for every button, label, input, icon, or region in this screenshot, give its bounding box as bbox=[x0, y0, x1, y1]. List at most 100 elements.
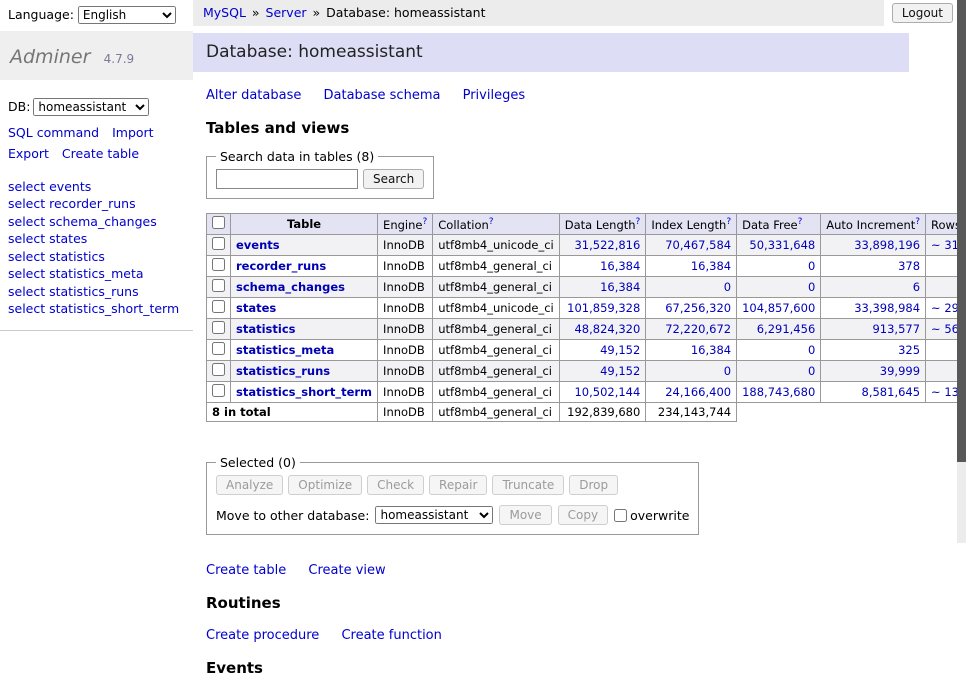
value-link-index_length[interactable]: 0 bbox=[724, 364, 731, 378]
breadcrumb-mysql[interactable]: MySQL bbox=[203, 5, 246, 20]
cell-engine: InnoDB bbox=[378, 319, 433, 340]
routine-link-create-procedure[interactable]: Create procedure bbox=[206, 628, 319, 643]
table-row-statistics-short-term: statistics_short_termInnoDButf8mb4_gener… bbox=[207, 382, 966, 403]
drop-button[interactable]: Drop bbox=[569, 475, 618, 495]
value-link-index_length[interactable]: 16,384 bbox=[691, 343, 731, 357]
value-link-data_free[interactable]: 0 bbox=[808, 343, 815, 357]
db-link-alter-database[interactable]: Alter database bbox=[206, 88, 301, 103]
analyze-button[interactable]: Analyze bbox=[216, 475, 283, 495]
table-link-statistics-runs[interactable]: statistics_runs bbox=[236, 364, 330, 378]
value-link-auto_increment[interactable]: 913,577 bbox=[872, 322, 920, 336]
truncate-button[interactable]: Truncate bbox=[492, 475, 564, 495]
row-checkbox[interactable] bbox=[212, 363, 225, 376]
overwrite-checkbox[interactable] bbox=[614, 509, 627, 522]
create-link-create-table[interactable]: Create table bbox=[206, 563, 286, 578]
select-all-checkbox[interactable] bbox=[212, 216, 225, 229]
sidebar-link-select-states[interactable]: select states bbox=[8, 231, 87, 246]
value-link-index_length[interactable]: 16,384 bbox=[691, 259, 731, 273]
create-link-create-view[interactable]: Create view bbox=[308, 563, 385, 578]
db-link-database-schema[interactable]: Database schema bbox=[324, 88, 441, 103]
page-title: Database: homeassistant bbox=[193, 33, 909, 72]
sidebar-link-select-schema-changes[interactable]: select schema_changes bbox=[8, 214, 157, 229]
value-link-data_length[interactable]: 10,502,144 bbox=[574, 385, 640, 399]
table-link-statistics[interactable]: statistics bbox=[236, 322, 296, 336]
value-link-data_free[interactable]: 104,857,600 bbox=[742, 301, 815, 315]
value-link-data_length[interactable]: 31,522,816 bbox=[574, 238, 640, 252]
table-link-statistics-short-term[interactable]: statistics_short_term bbox=[236, 385, 372, 399]
value-link-data_free[interactable]: 6,291,456 bbox=[757, 322, 816, 336]
value-link-auto_increment[interactable]: 6 bbox=[913, 280, 920, 294]
hint-link-auto-increment[interactable]: ? bbox=[915, 217, 920, 227]
value-link-auto_increment[interactable]: 39,999 bbox=[880, 364, 920, 378]
sidebar-link-select-statistics-short-term[interactable]: select statistics_short_term bbox=[8, 301, 179, 316]
sidebar-action-create-table[interactable]: Create table bbox=[62, 146, 139, 161]
hint-link-data-free[interactable]: ? bbox=[798, 217, 803, 227]
db-label: DB: bbox=[8, 99, 30, 114]
table-link-states[interactable]: states bbox=[236, 301, 276, 315]
hint-link-collation[interactable]: ? bbox=[489, 217, 494, 227]
sidebar-action-import[interactable]: Import bbox=[112, 125, 154, 140]
value-link-data_length[interactable]: 49,152 bbox=[600, 364, 640, 378]
row-checkbox-cell bbox=[207, 382, 231, 403]
sidebar-link-select-statistics[interactable]: select statistics bbox=[8, 249, 105, 264]
table-link-recorder-runs[interactable]: recorder_runs bbox=[236, 259, 326, 273]
db-link-privileges[interactable]: Privileges bbox=[463, 88, 526, 103]
value-link-index_length[interactable]: 67,256,320 bbox=[665, 301, 731, 315]
search-button[interactable]: Search bbox=[363, 169, 424, 189]
value-link-auto_increment[interactable]: 8,581,645 bbox=[862, 385, 921, 399]
value-link-index_length[interactable]: 24,166,400 bbox=[665, 385, 731, 399]
value-link-index_length[interactable]: 70,467,584 bbox=[665, 238, 731, 252]
check-button[interactable]: Check bbox=[367, 475, 424, 495]
logout-button[interactable]: Logout bbox=[892, 3, 953, 23]
value-link-auto_increment[interactable]: 33,898,196 bbox=[854, 238, 920, 252]
sidebar-action-export[interactable]: Export bbox=[8, 146, 49, 161]
optimize-button[interactable]: Optimize bbox=[288, 475, 362, 495]
row-checkbox[interactable] bbox=[212, 279, 225, 292]
scrollbar-thumb[interactable] bbox=[957, 0, 966, 462]
routine-link-create-function[interactable]: Create function bbox=[341, 628, 441, 643]
hint-link-index-length[interactable]: ? bbox=[726, 217, 731, 227]
adminer-logo[interactable]: Adminer bbox=[10, 46, 90, 68]
value-link-data_length[interactable]: 16,384 bbox=[600, 259, 640, 273]
db-select[interactable]: homeassistant bbox=[33, 98, 149, 116]
row-checkbox[interactable] bbox=[212, 384, 225, 397]
value-link-index_length[interactable]: 72,220,672 bbox=[665, 322, 731, 336]
language-select[interactable]: English bbox=[78, 6, 176, 24]
move-db-select[interactable]: homeassistant bbox=[375, 506, 493, 524]
table-link-statistics-meta[interactable]: statistics_meta bbox=[236, 343, 334, 357]
value-link-data_free[interactable]: 0 bbox=[808, 280, 815, 294]
sidebar-link-select-events[interactable]: select events bbox=[8, 179, 91, 194]
row-checkbox[interactable] bbox=[212, 258, 225, 271]
row-checkbox[interactable] bbox=[212, 237, 225, 250]
cell-collation: utf8mb4_general_ci bbox=[433, 382, 560, 403]
value-link-data_free[interactable]: 188,743,680 bbox=[742, 385, 815, 399]
hint-link-engine[interactable]: ? bbox=[422, 217, 427, 227]
breadcrumb-server[interactable]: Server bbox=[266, 5, 307, 20]
repair-button[interactable]: Repair bbox=[429, 475, 487, 495]
sidebar-link-select-recorder-runs[interactable]: select recorder_runs bbox=[8, 196, 136, 211]
table-link-schema-changes[interactable]: schema_changes bbox=[236, 280, 345, 294]
search-input[interactable] bbox=[216, 169, 358, 189]
value-link-data_free[interactable]: 0 bbox=[808, 364, 815, 378]
value-link-data_free[interactable]: 0 bbox=[808, 259, 815, 273]
value-link-data_length[interactable]: 48,824,320 bbox=[574, 322, 640, 336]
value-link-data_length[interactable]: 16,384 bbox=[600, 280, 640, 294]
row-checkbox[interactable] bbox=[212, 342, 225, 355]
row-checkbox[interactable] bbox=[212, 300, 225, 313]
row-checkbox[interactable] bbox=[212, 321, 225, 334]
table-link-events[interactable]: events bbox=[236, 238, 280, 252]
move-button[interactable]: Move bbox=[499, 505, 551, 525]
value-link-auto_increment[interactable]: 33,398,984 bbox=[854, 301, 920, 315]
value-link-data_length[interactable]: 101,859,328 bbox=[567, 301, 640, 315]
sidebar-link-select-statistics-meta[interactable]: select statistics_meta bbox=[8, 266, 144, 281]
value-link-auto_increment[interactable]: 378 bbox=[898, 259, 920, 273]
value-link-auto_increment[interactable]: 325 bbox=[898, 343, 920, 357]
hint-link-data-length[interactable]: ? bbox=[636, 217, 641, 227]
value-link-index_length[interactable]: 0 bbox=[724, 280, 731, 294]
value-link-data_length[interactable]: 49,152 bbox=[600, 343, 640, 357]
sidebar-action-sql-command[interactable]: SQL command bbox=[8, 125, 99, 140]
value-link-data_free[interactable]: 50,331,648 bbox=[749, 238, 815, 252]
cell-index_length: 0 bbox=[646, 361, 737, 382]
sidebar-link-select-statistics-runs[interactable]: select statistics_runs bbox=[8, 284, 139, 299]
copy-button[interactable]: Copy bbox=[558, 505, 608, 525]
